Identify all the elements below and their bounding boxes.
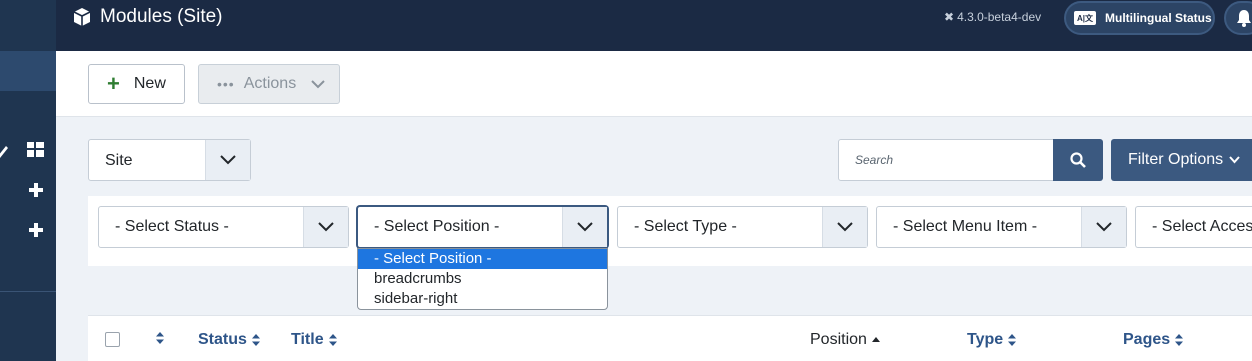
sidebar xyxy=(0,0,56,361)
new-button[interactable]: + New xyxy=(88,64,185,104)
actions-button-label: Actions xyxy=(243,75,297,92)
ellipsis-icon: ••• xyxy=(217,76,235,92)
chevron-down-icon xyxy=(311,79,325,88)
client-select[interactable]: Site xyxy=(88,139,251,181)
dropdown-option[interactable]: breadcrumbs xyxy=(358,269,607,289)
status-filter-select[interactable]: - Select Status - xyxy=(98,206,349,248)
sidebar-active-item[interactable] xyxy=(0,51,56,91)
search-input[interactable] xyxy=(838,139,1055,181)
top-header: Modules (Site) ✖ 4.3.0-beta4-dev A|文 Mul… xyxy=(56,0,1252,51)
type-filter-value: - Select Type - xyxy=(634,218,737,235)
multilingual-status-label: Multilingual Status xyxy=(1105,11,1212,25)
type-column-label: Type xyxy=(967,331,1004,348)
actions-button[interactable]: ••• Actions xyxy=(198,64,340,104)
status-filter-value: - Select Status - xyxy=(115,218,229,235)
type-column-header[interactable]: Type xyxy=(967,331,1017,349)
plus-icon[interactable] xyxy=(29,183,43,197)
sort-icon xyxy=(156,332,164,344)
position-filter-value: - Select Position - xyxy=(374,218,500,235)
chevron-down-icon xyxy=(303,207,348,247)
sort-ascending-icon xyxy=(871,337,880,342)
title-column-header[interactable]: Title xyxy=(291,331,338,349)
chevron-down-icon xyxy=(1229,156,1240,164)
cube-icon xyxy=(73,8,91,26)
pages-column-header[interactable]: Pages xyxy=(1123,331,1184,349)
title-column-label: Title xyxy=(291,331,324,348)
access-filter-value: - Select Access - xyxy=(1152,218,1252,235)
page-title: Modules (Site) xyxy=(100,6,223,27)
new-button-label: New xyxy=(133,75,166,92)
filter-options-button[interactable]: Filter Options xyxy=(1111,139,1252,181)
toolbar: + New ••• Actions xyxy=(56,51,1252,117)
chevron-down-icon xyxy=(1081,207,1126,247)
search-button[interactable] xyxy=(1053,139,1103,181)
status-column-header[interactable]: Status xyxy=(198,331,261,349)
type-filter-select[interactable]: - Select Type - xyxy=(617,206,868,248)
access-filter-select[interactable]: - Select Access - xyxy=(1135,206,1252,248)
position-filter-select[interactable]: - Select Position - xyxy=(357,206,608,248)
chevron-down-icon xyxy=(822,207,867,247)
plus-icon[interactable] xyxy=(29,223,43,237)
pages-column-label: Pages xyxy=(1123,331,1171,348)
chevron-down-icon xyxy=(205,140,250,180)
sort-icon xyxy=(251,334,260,346)
sort-icon xyxy=(328,334,337,346)
sort-icon xyxy=(1175,334,1184,346)
menu-item-filter-select[interactable]: - Select Menu Item - xyxy=(876,206,1127,248)
language-icon: A|文 xyxy=(1074,11,1096,25)
menu-item-filter-value: - Select Menu Item - xyxy=(893,218,1038,235)
modules-table-header: Status Title Position Type Pages xyxy=(88,315,1252,361)
bell-icon xyxy=(1237,10,1251,27)
dropdown-option[interactable]: - Select Position - xyxy=(358,249,607,269)
version-text: 4.3.0-beta4-dev xyxy=(957,10,1042,24)
page-title-wrap: Modules (Site) xyxy=(72,6,223,28)
sidebar-divider xyxy=(0,291,56,292)
dropdown-option[interactable]: sidebar-right xyxy=(358,289,607,309)
chevron-down-icon xyxy=(562,207,607,247)
version-label: ✖ 4.3.0-beta4-dev xyxy=(944,10,1041,24)
client-select-value: Site xyxy=(105,152,133,169)
multilingual-status-button[interactable]: A|文 Multilingual Status xyxy=(1064,1,1215,35)
ordering-sort-header[interactable] xyxy=(155,331,165,345)
filter-options-label: Filter Options xyxy=(1128,151,1224,168)
sort-icon xyxy=(1008,334,1017,346)
pencil-icon[interactable] xyxy=(0,142,8,158)
search-icon xyxy=(1070,152,1086,168)
position-column-label: Position xyxy=(810,331,867,348)
joomla-icon: ✖ xyxy=(944,10,955,24)
notifications-button[interactable] xyxy=(1224,1,1252,35)
dashboard-grid-icon[interactable] xyxy=(27,142,44,157)
plus-icon: + xyxy=(107,71,120,96)
select-all-checkbox[interactable] xyxy=(105,332,120,347)
position-column-header[interactable]: Position xyxy=(810,331,881,349)
status-column-label: Status xyxy=(198,331,247,348)
position-dropdown-list: - Select Position - breadcrumbs sidebar-… xyxy=(357,248,608,310)
